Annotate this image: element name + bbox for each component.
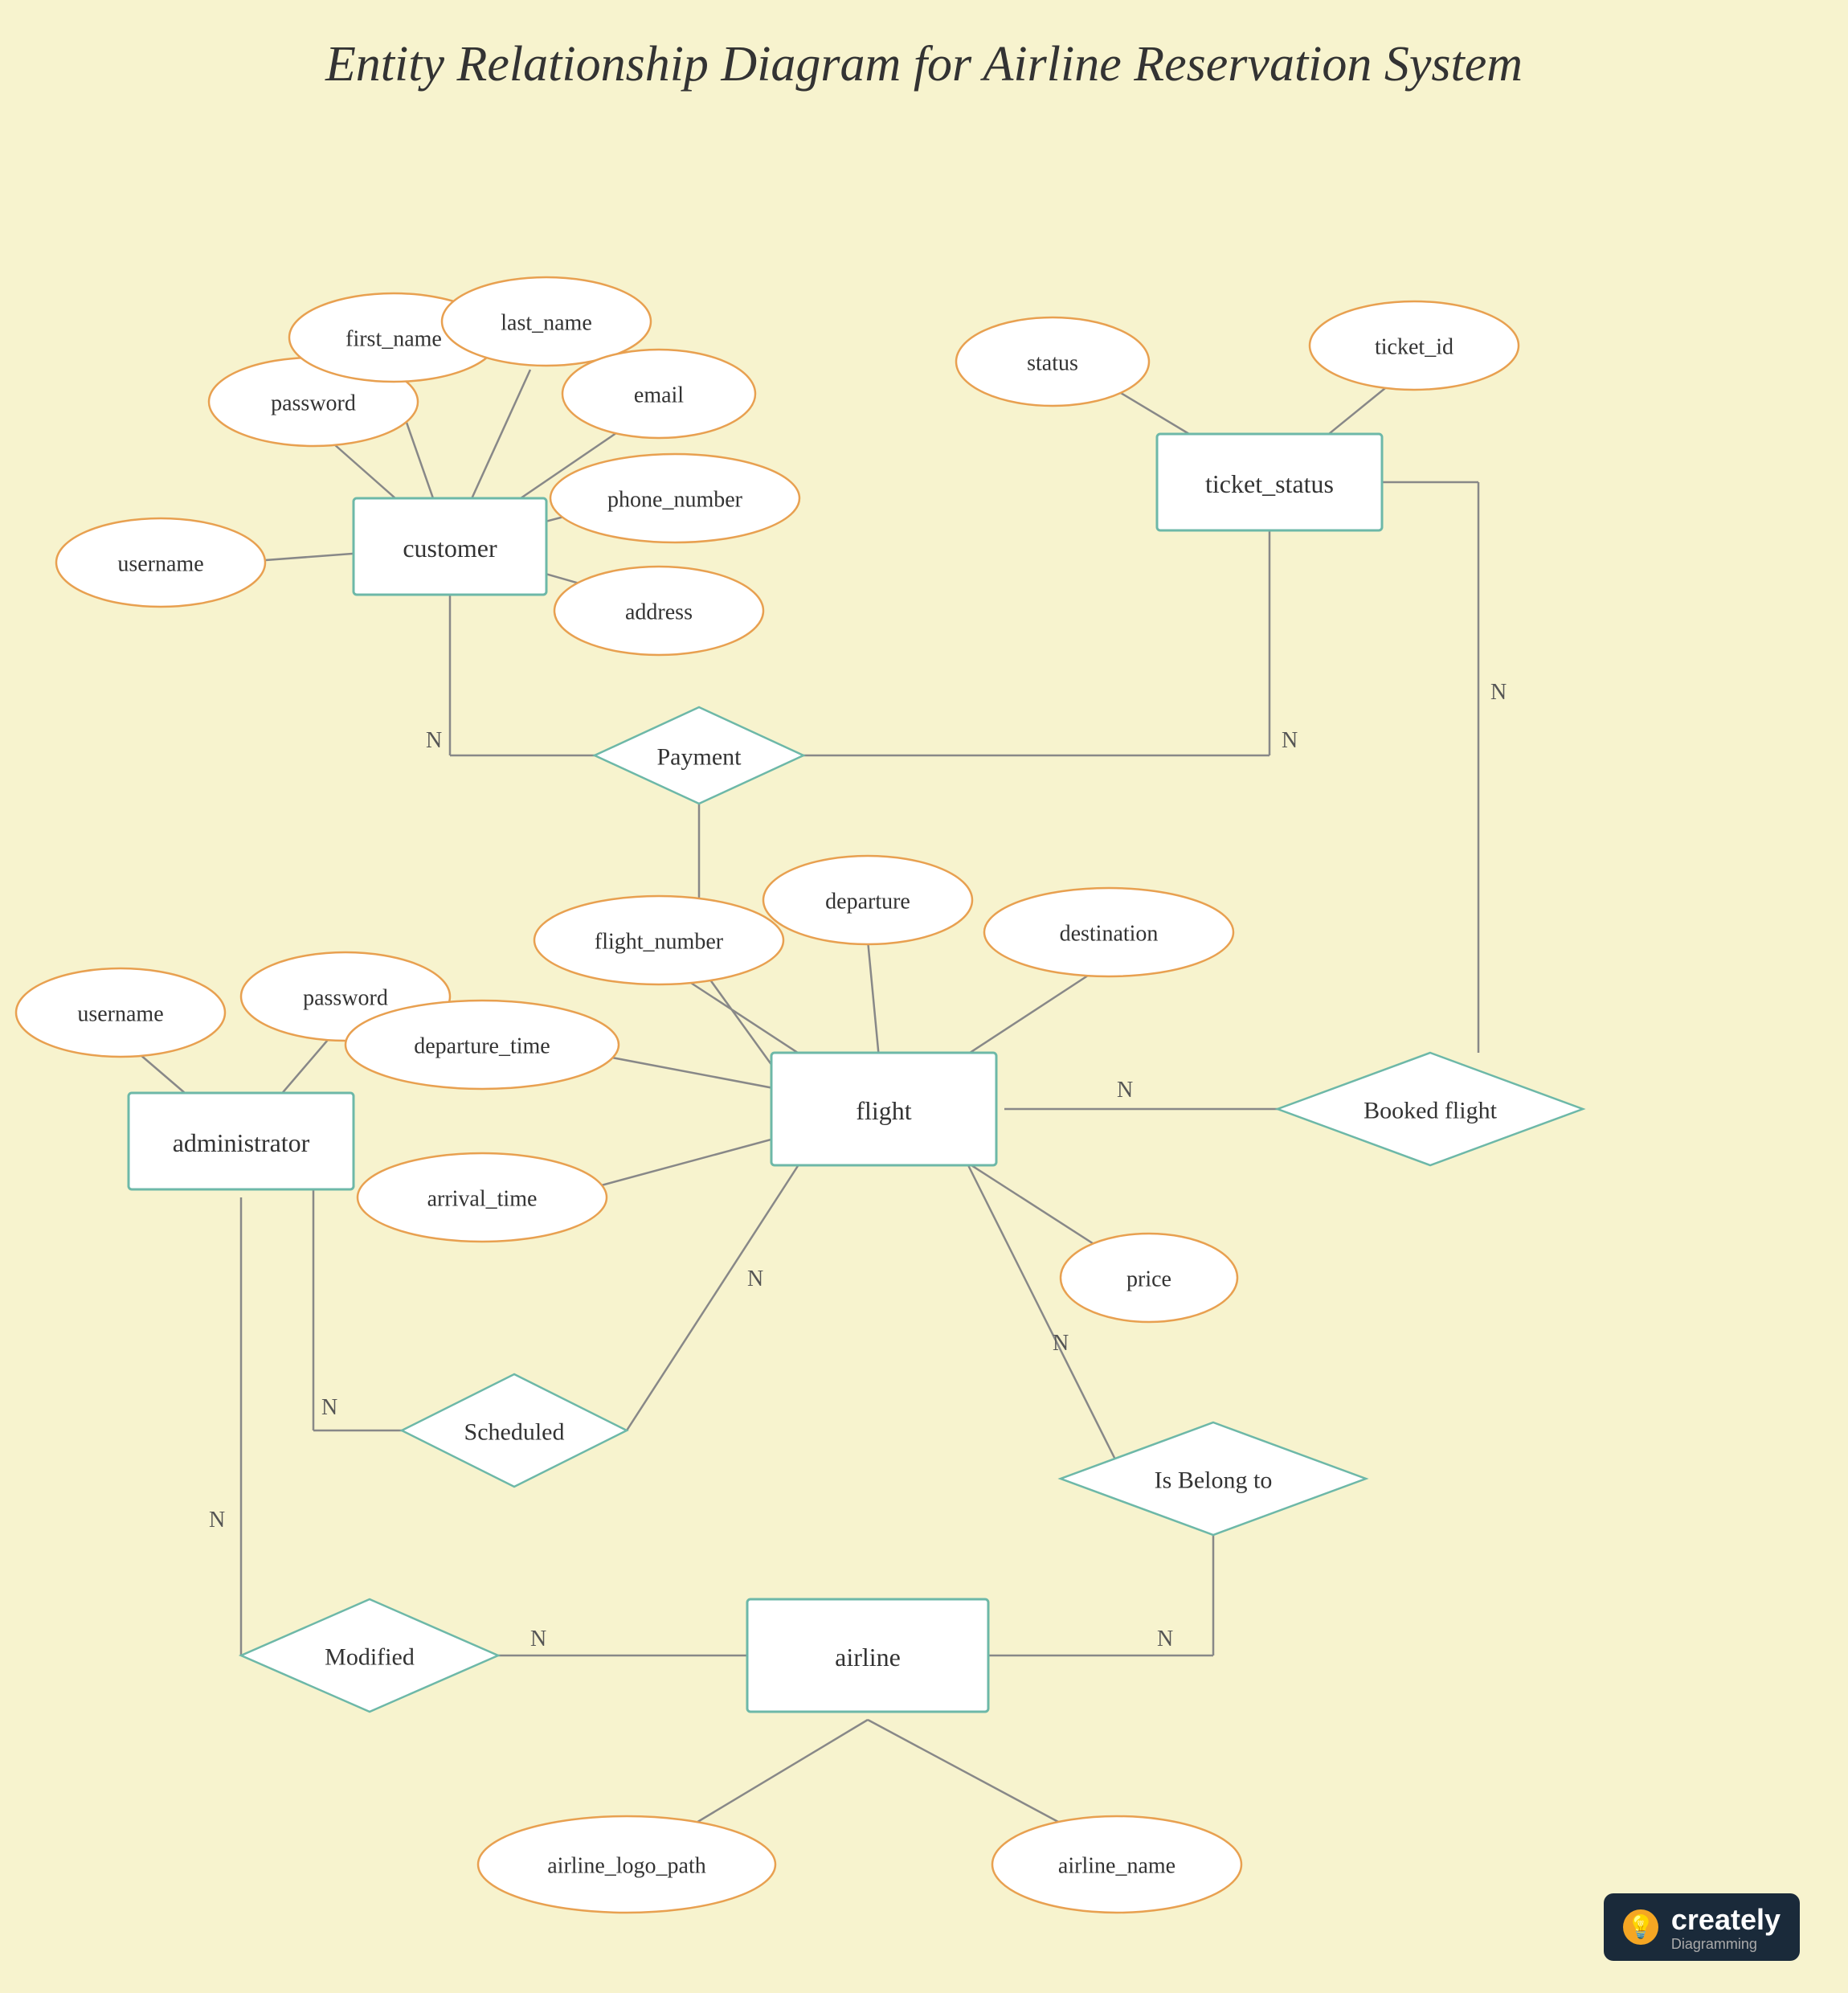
svg-text:N: N [1157,1627,1173,1651]
entity-flight-label: flight [856,1096,911,1125]
attr-admin-username-label: username [77,1002,163,1027]
rel-booked-flight-label: Booked flight [1364,1098,1497,1124]
svg-text:N: N [1282,728,1298,753]
attr-last-name-label: last_name [501,311,592,336]
logo-bulb-icon: 💡 [1623,1909,1658,1945]
logo-sub: Diagramming [1671,1937,1781,1951]
rel-modified-label: Modified [325,1644,415,1671]
svg-text:N: N [426,728,442,753]
svg-text:N: N [321,1395,337,1420]
attr-phone-label: phone_number [607,488,743,513]
attr-departure-time-label: departure_time [414,1034,550,1059]
rel-payment-label: Payment [657,744,742,771]
attr-ticket-id-label: ticket_id [1375,335,1453,360]
rel-scheduled-label: Scheduled [464,1419,565,1446]
attr-status-label: status [1027,351,1078,376]
svg-text:N: N [1490,680,1507,705]
attr-flight-number-label: flight_number [595,930,724,955]
svg-text:N: N [530,1627,546,1651]
creately-logo: 💡 creately Diagramming [1604,1893,1800,1961]
attr-airline-logo-label: airline_logo_path [547,1854,706,1879]
attr-admin-password-label: password [303,986,388,1011]
svg-text:N: N [209,1508,225,1533]
entity-customer-label: customer [403,534,497,563]
attr-departure-label: departure [825,890,910,915]
attr-destination-label: destination [1060,922,1159,947]
svg-text:N: N [1053,1331,1069,1356]
attr-first-name-label: first_name [345,327,442,352]
attr-email-label: email [634,383,684,408]
attr-password-label: password [271,391,356,416]
er-diagram: N N N N N N N N N N customer [0,0,1848,1993]
entity-administrator-label: administrator [173,1128,310,1157]
entity-airline-label: airline [835,1643,901,1672]
rel-is-belong-to-label: Is Belong to [1155,1467,1273,1494]
attr-arrival-time-label: arrival_time [427,1187,538,1212]
svg-text:N: N [1117,1078,1133,1103]
attr-price-label: price [1126,1267,1171,1292]
attr-address-label: address [625,600,693,625]
attr-airline-name-label: airline_name [1058,1854,1175,1879]
svg-text:N: N [747,1267,763,1291]
entity-ticket-status-label: ticket_status [1205,469,1334,498]
logo-brand: creately [1671,1903,1781,1937]
attr-customer-username-label: username [117,552,203,577]
